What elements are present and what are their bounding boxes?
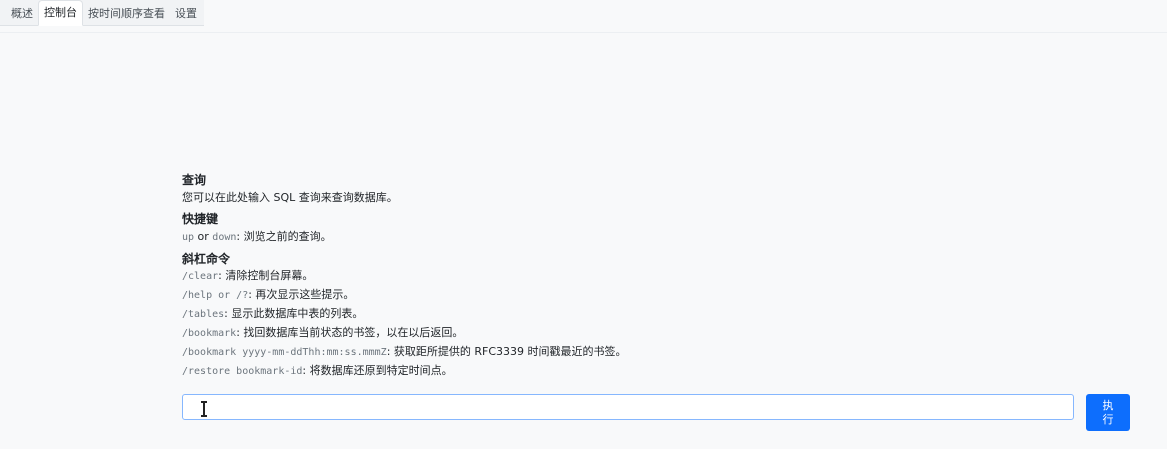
command-name: /clear	[182, 271, 219, 282]
shortcut-or: or	[194, 230, 213, 243]
command-desc: : 将数据库还原到特定时间点。	[302, 364, 453, 377]
command-name: /bookmark yyyy-mm-ddThh:mm:ss.mmmZ	[182, 347, 387, 358]
shortcut-heading: 快捷键	[182, 212, 219, 226]
execute-label-2: 行	[1102, 413, 1114, 426]
tab-timeline[interactable]: 按时间顺序查看	[83, 3, 170, 25]
command-name: /tables	[182, 309, 225, 320]
shortcut-desc-text: : 浏览之前的查询。	[236, 230, 332, 243]
tab-bar: 概述 控制台 按时间顺序查看 设置	[0, 0, 204, 26]
command-name: /help or /?	[182, 290, 249, 301]
command-item: /bookmark yyyy-mm-ddThh:mm:ss.mmmZ: 获取距所…	[182, 343, 1082, 362]
tab-settings[interactable]: 设置	[170, 3, 202, 25]
slash-commands-heading: 斜杠命令	[182, 252, 231, 266]
command-item: /clear: 清除控制台屏幕。	[182, 267, 1082, 286]
console-help: 查询 您可以在此处输入 SQL 查询来查询数据库。 快捷键 up or down…	[182, 172, 1082, 381]
tab-console[interactable]: 控制台	[38, 0, 83, 26]
command-item: /bookmark: 找回数据库当前状态的书签，以在以后返回。	[182, 324, 1082, 343]
command-item: /restore bookmark-id: 将数据库还原到特定时间点。	[182, 362, 1082, 381]
header-divider	[0, 32, 1167, 33]
execute-button[interactable]: 执 行	[1086, 394, 1130, 431]
query-heading: 查询	[182, 173, 207, 187]
command-desc: : 再次显示这些提示。	[248, 288, 355, 301]
command-item: /help or /?: 再次显示这些提示。	[182, 286, 1082, 305]
shortcut-down-key: down	[212, 232, 237, 243]
shortcut-up-key: up	[182, 232, 195, 243]
command-desc: : 清除控制台屏幕。	[218, 269, 314, 282]
command-desc: : 获取距所提供的 RFC3339 时间戳最近的书签。	[386, 345, 627, 358]
command-item: /tables: 显示此数据库中表的列表。	[182, 305, 1082, 324]
tab-overview[interactable]: 概述	[6, 3, 38, 25]
shortcut-description: up or down: 浏览之前的查询。	[182, 229, 1082, 246]
command-name: /restore bookmark-id	[182, 366, 303, 377]
command-desc: : 显示此数据库中表的列表。	[224, 307, 364, 320]
command-name: /bookmark	[182, 328, 237, 339]
command-desc: : 找回数据库当前状态的书签，以在以后返回。	[236, 326, 464, 339]
execute-label-1: 执	[1102, 399, 1114, 412]
sql-query-input[interactable]	[182, 394, 1074, 420]
query-description: 您可以在此处输入 SQL 查询来查询数据库。	[182, 191, 398, 204]
